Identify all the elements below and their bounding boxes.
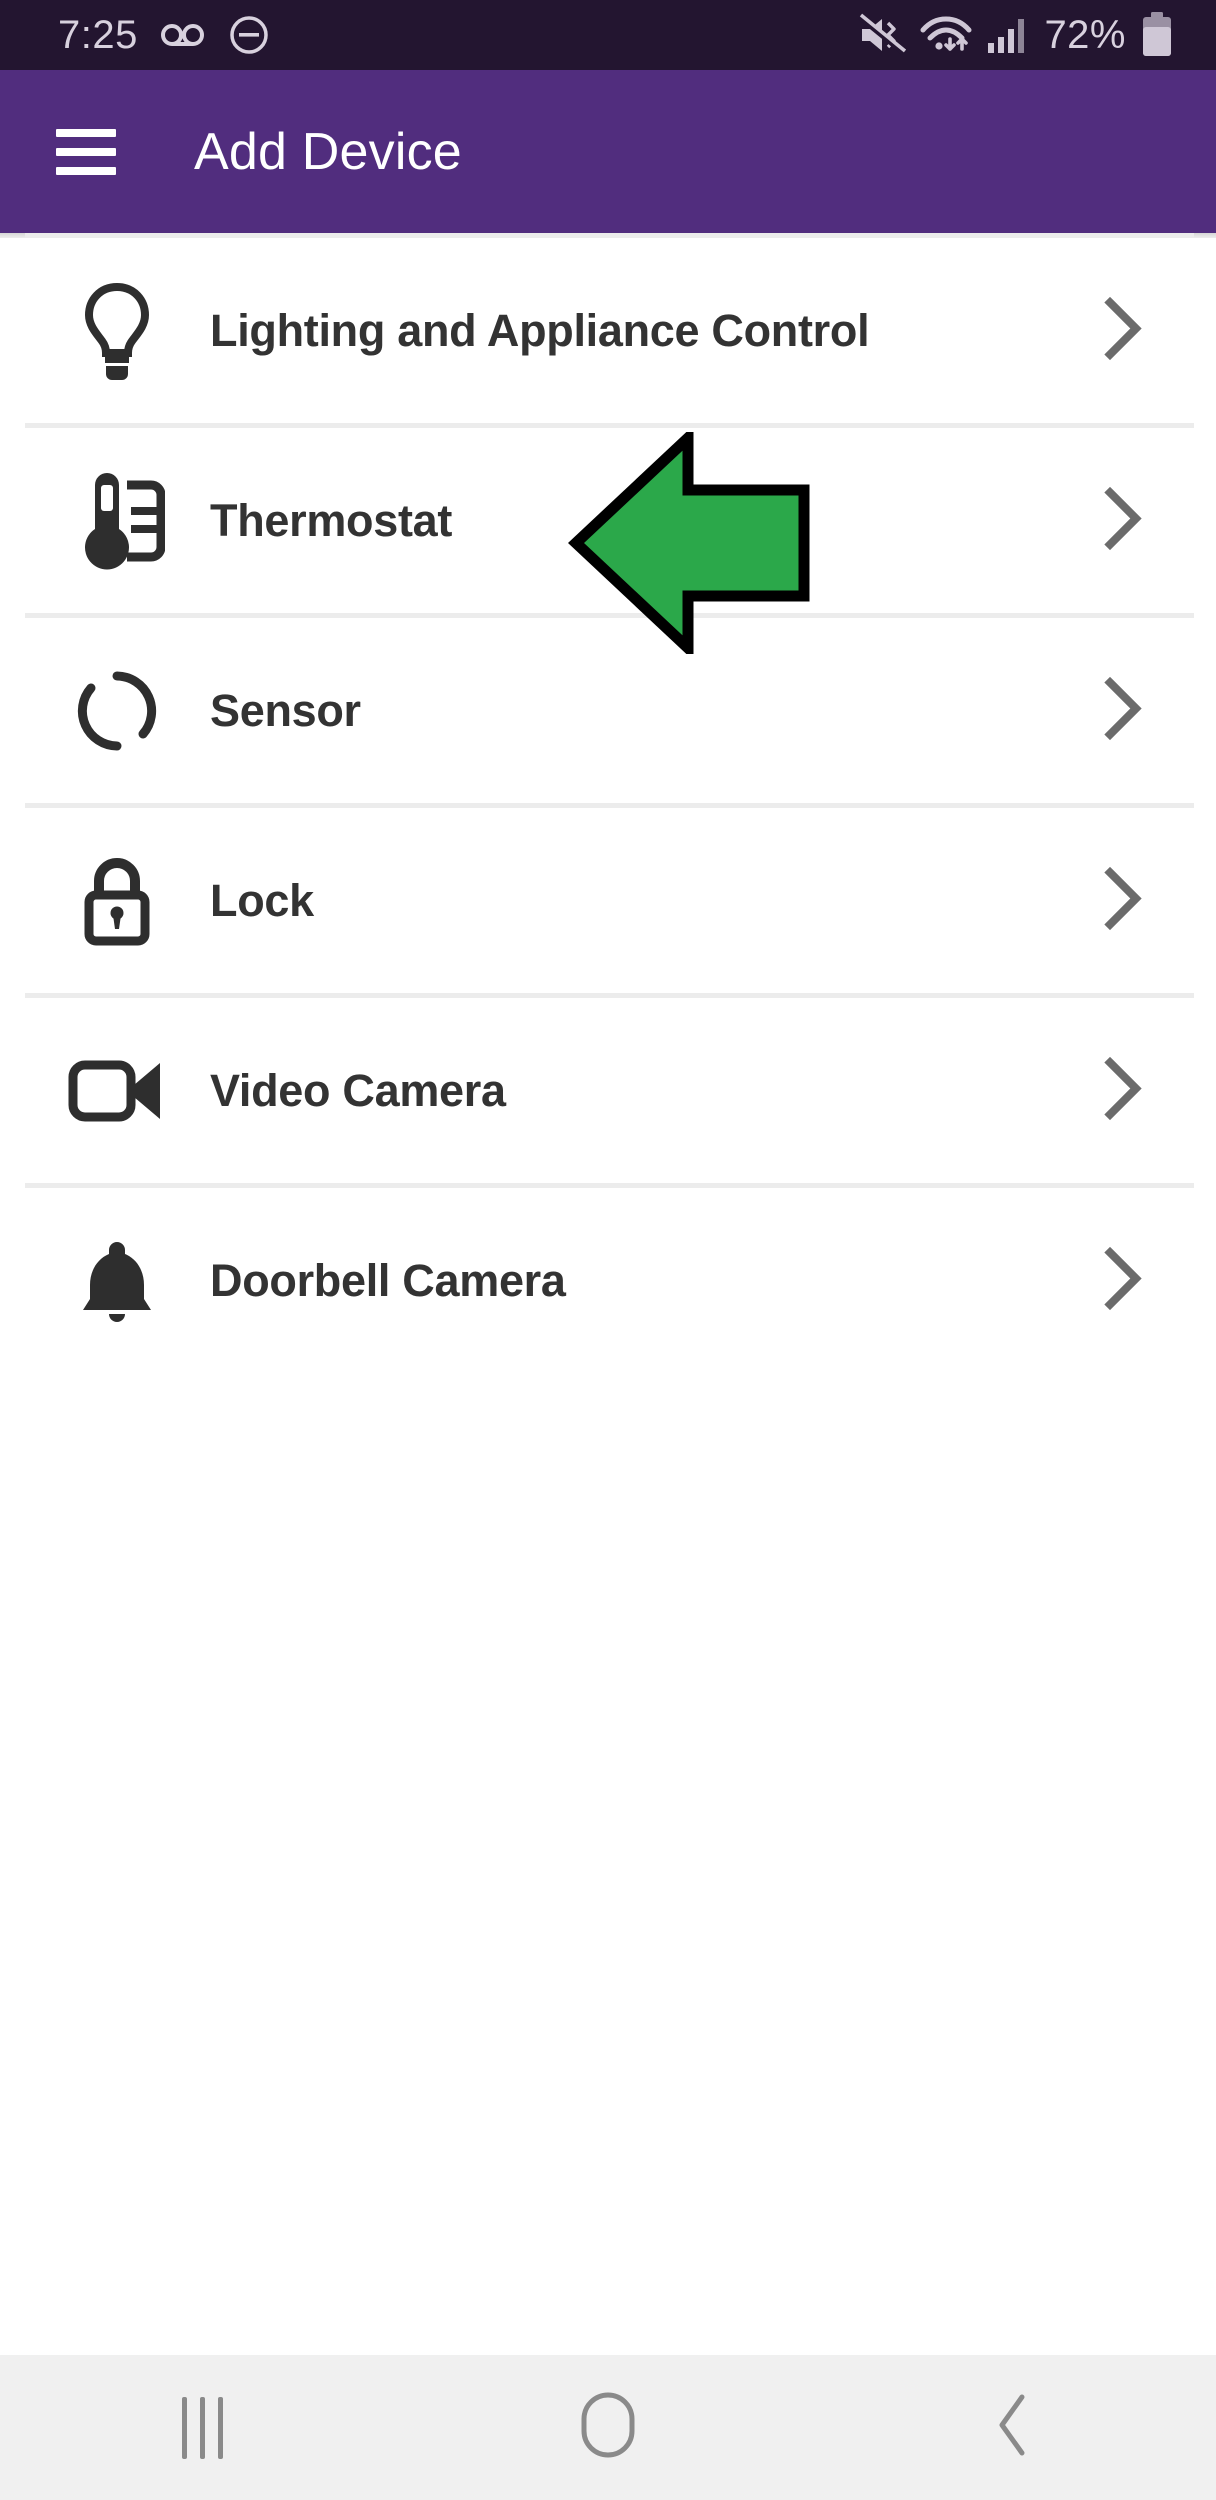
do-not-disturb-icon xyxy=(228,14,270,56)
hamburger-menu-icon[interactable] xyxy=(56,128,116,175)
mute-vibrate-icon xyxy=(858,13,907,57)
list-item-label: Lighting and Appliance Control xyxy=(210,304,870,356)
hamburger-bar xyxy=(56,166,116,175)
list-item-label: Video Camera xyxy=(210,1064,506,1116)
status-bar-clock: 7:25 xyxy=(58,12,138,57)
chevron-right-icon[interactable] xyxy=(1102,296,1144,365)
chevron-right-icon[interactable] xyxy=(1102,866,1144,935)
battery-icon xyxy=(1140,12,1174,58)
list-item-sensor[interactable]: Sensor xyxy=(0,618,1216,803)
system-navigation-bar xyxy=(0,2355,1216,2500)
list-item-label: Sensor xyxy=(210,684,361,736)
list-item-label: Doorbell Camera xyxy=(210,1254,566,1306)
lightbulb-icon xyxy=(62,281,172,381)
sensor-icon xyxy=(62,666,172,756)
recents-bar xyxy=(200,2396,206,2459)
status-bar-right: 72% xyxy=(858,12,1174,58)
phone-screen: 7:25 72% Add Device Lighting and Applian… xyxy=(0,0,1216,2500)
list-item-video-camera[interactable]: Video Camera xyxy=(0,998,1216,1183)
battery-percent-label: 72% xyxy=(1044,12,1126,57)
status-bar-left: 7:25 xyxy=(58,13,270,58)
chevron-right-icon[interactable] xyxy=(1102,1056,1144,1125)
recents-bar xyxy=(218,2396,224,2459)
chevron-left-icon xyxy=(992,2391,1034,2464)
list-item-label: Thermostat xyxy=(210,494,453,546)
chevron-right-icon[interactable] xyxy=(1102,1246,1144,1315)
list-item-lighting-and-appliance-control[interactable]: Lighting and Appliance Control xyxy=(0,238,1216,423)
chevron-right-icon[interactable] xyxy=(1102,486,1144,555)
recents-icon xyxy=(182,2396,224,2459)
home-button[interactable] xyxy=(518,2378,698,2478)
bell-icon xyxy=(62,1234,172,1328)
app-bar: Add Device xyxy=(0,70,1216,242)
thermostat-icon xyxy=(62,471,172,571)
hamburger-bar xyxy=(56,147,116,156)
hamburger-bar xyxy=(56,128,116,137)
recents-button[interactable] xyxy=(113,2378,293,2478)
list-item-lock[interactable]: Lock xyxy=(0,808,1216,993)
chevron-right-icon[interactable] xyxy=(1102,676,1144,745)
voicemail-icon xyxy=(160,20,206,50)
home-circle-icon xyxy=(579,2391,637,2464)
video-camera-icon xyxy=(62,1055,172,1127)
list-item-thermostat[interactable]: Thermostat xyxy=(0,428,1216,613)
device-category-list: Lighting and Appliance Control Thermosta… xyxy=(0,233,1216,1373)
wifi-data-icon xyxy=(920,13,972,57)
recents-bar xyxy=(182,2396,188,2459)
padlock-icon xyxy=(62,853,172,949)
status-bar: 7:25 72% xyxy=(0,0,1216,70)
page-title: Add Device xyxy=(194,122,462,181)
list-item-doorbell-camera[interactable]: Doorbell Camera xyxy=(0,1188,1216,1373)
cellular-signal-icon xyxy=(986,15,1030,55)
list-item-label: Lock xyxy=(210,874,314,926)
back-button[interactable] xyxy=(923,2378,1103,2478)
